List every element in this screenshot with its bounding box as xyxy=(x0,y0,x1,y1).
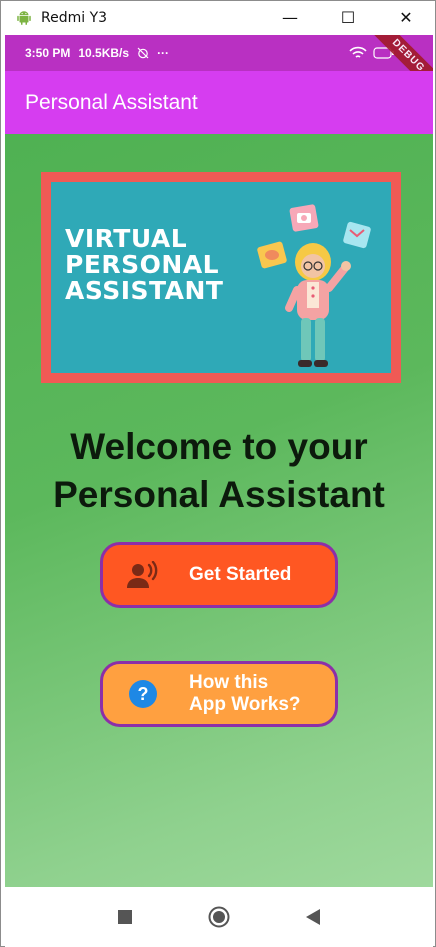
android-nav-bar xyxy=(5,887,433,947)
close-button[interactable]: ✕ xyxy=(377,1,435,34)
emulator-window: Redmi Y3 — ☐ ✕ 3:50 PM 10.5KB/s ··· DEBU… xyxy=(0,0,436,947)
app-bar: Personal Assistant xyxy=(5,71,433,134)
welcome-line-1: Welcome to your xyxy=(70,426,368,467)
status-network-speed: 10.5KB/s xyxy=(78,46,130,60)
status-bar: 3:50 PM 10.5KB/s ··· DEBUG xyxy=(5,35,433,102)
square-icon xyxy=(118,910,132,924)
camera-card-icon xyxy=(289,204,319,232)
how-label-line-2: App Works? xyxy=(189,694,301,715)
alarm-off-icon xyxy=(137,47,149,59)
welcome-line-2: Personal Assistant xyxy=(53,474,385,515)
how-label-line-1: How this xyxy=(189,672,269,693)
maximize-button[interactable]: ☐ xyxy=(319,1,377,34)
home-button[interactable] xyxy=(207,905,231,929)
circle-icon xyxy=(208,906,230,928)
how-app-works-button[interactable]: ? How this App Works? xyxy=(100,661,338,727)
how-app-works-label: How this App Works? xyxy=(189,672,301,716)
banner-line-2: PERSONAL xyxy=(65,250,220,279)
get-started-button[interactable]: Get Started xyxy=(100,542,338,608)
triangle-back-icon xyxy=(306,909,320,925)
chat-bubble-icon xyxy=(257,241,287,269)
assistant-character-illustration xyxy=(257,204,371,367)
window-title: Redmi Y3 xyxy=(41,9,108,26)
banner-line-1: VIRTUAL xyxy=(65,224,188,253)
help-icon: ? xyxy=(129,680,157,708)
app-bar-title: Personal Assistant xyxy=(25,90,198,114)
android-icon xyxy=(17,10,31,25)
get-started-label: Get Started xyxy=(189,564,292,585)
banner-text: VIRTUAL PERSONAL ASSISTANT xyxy=(65,226,223,304)
banner-line-3: ASSISTANT xyxy=(65,276,224,305)
window-titlebar: Redmi Y3 — ☐ ✕ xyxy=(1,1,435,34)
mail-card-icon xyxy=(343,221,371,249)
status-more-icon: ··· xyxy=(157,46,170,60)
status-time: 3:50 PM xyxy=(25,46,71,60)
assistant-banner-image: VIRTUAL PERSONAL ASSISTANT xyxy=(41,172,401,383)
svg-text:?: ? xyxy=(138,684,149,704)
record-voice-icon xyxy=(127,561,158,588)
phone-screen: 3:50 PM 10.5KB/s ··· DEBUG Personal Assi… xyxy=(5,35,433,947)
back-button[interactable] xyxy=(301,905,325,929)
wifi-icon xyxy=(349,46,367,58)
welcome-heading: Welcome to your Personal Assistant xyxy=(5,423,433,519)
minimize-button[interactable]: — xyxy=(261,1,319,34)
recent-apps-button[interactable] xyxy=(113,905,137,929)
